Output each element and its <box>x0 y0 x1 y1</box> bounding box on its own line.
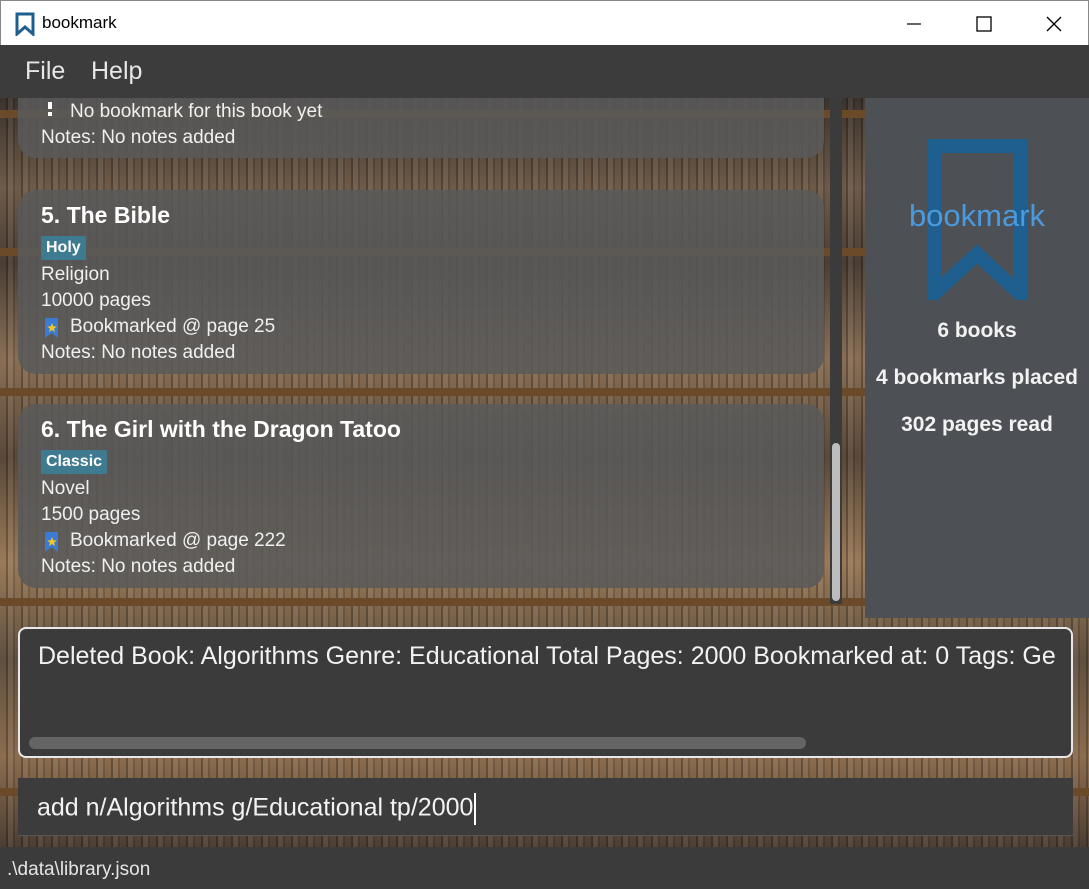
result-display[interactable]: Deleted Book: Algorithms Genre: Educatio… <box>18 627 1073 758</box>
book-notes: Notes: No notes added <box>41 127 236 148</box>
bookmark-count: 4 bookmarks placed <box>876 366 1078 389</box>
book-bookmark-status: Bookmarked @ page 25 <box>70 316 276 337</box>
bookmark-placed-icon <box>43 317 61 344</box>
book-genre: Religion <box>41 264 110 285</box>
menu-help[interactable]: Help <box>91 57 142 86</box>
book-card[interactable]: 6. The Girl with the Dragon Tatoo Classi… <box>18 404 824 588</box>
menu-bar: File Help <box>0 45 1089 98</box>
book-pages: 1500 pages <box>41 504 141 525</box>
book-notes: Notes: No notes added <box>41 556 236 577</box>
stats-panel: bookmark 6 books 4 bookmarks placed 302 … <box>865 98 1089 618</box>
close-icon <box>1046 16 1062 31</box>
book-title: 6. The Girl with the Dragon Tatoo <box>41 416 401 442</box>
book-count: 6 books <box>937 319 1017 342</box>
window-title: bookmark <box>42 13 117 32</box>
book-notes: Notes: No notes added <box>41 342 236 363</box>
close-button[interactable] <box>1019 1 1089 46</box>
title-bar: bookmark <box>0 0 1089 45</box>
data-file-path: .\data\library.json <box>7 859 151 880</box>
book-card-partial[interactable]: No bookmark for this book yet Notes: No … <box>18 98 824 158</box>
command-input-value: add n/Algorithms g/Educational tp/2000 <box>37 793 474 822</box>
book-tag: Classic <box>41 450 108 474</box>
maximize-icon <box>976 15 992 32</box>
book-genre: Novel <box>41 478 90 499</box>
pages-read-count: 302 pages read <box>901 413 1053 436</box>
book-list: No bookmark for this book yet Notes: No … <box>4 98 862 618</box>
result-message: Deleted Book: Algorithms Genre: Educatio… <box>38 642 1056 670</box>
result-scrollbar-thumb[interactable] <box>29 737 806 749</box>
book-tag: Holy <box>41 236 86 260</box>
status-bar: .\data\library.json <box>0 847 1089 889</box>
minimize-button[interactable] <box>879 1 949 46</box>
text-caret <box>474 793 477 825</box>
no-bookmark-icon <box>43 102 57 121</box>
logo-text: bookmark <box>908 198 1046 233</box>
bookmark-placed-icon <box>43 531 61 558</box>
book-pages: 10000 pages <box>41 290 151 311</box>
book-card[interactable]: 5. The Bible Holy Religion 10000 pages B… <box>18 190 824 374</box>
maximize-button[interactable] <box>949 1 1019 46</box>
bookmark-icon <box>14 12 36 40</box>
book-bookmark-status: No bookmark for this book yet <box>70 101 323 122</box>
command-input[interactable]: add n/Algorithms g/Educational tp/2000 <box>18 778 1073 836</box>
list-scrollbar-thumb[interactable] <box>832 443 840 601</box>
minimize-icon <box>907 22 921 25</box>
book-bookmark-status: Bookmarked @ page 222 <box>70 530 286 551</box>
book-title: 5. The Bible <box>41 202 171 228</box>
menu-file[interactable]: File <box>25 57 65 86</box>
